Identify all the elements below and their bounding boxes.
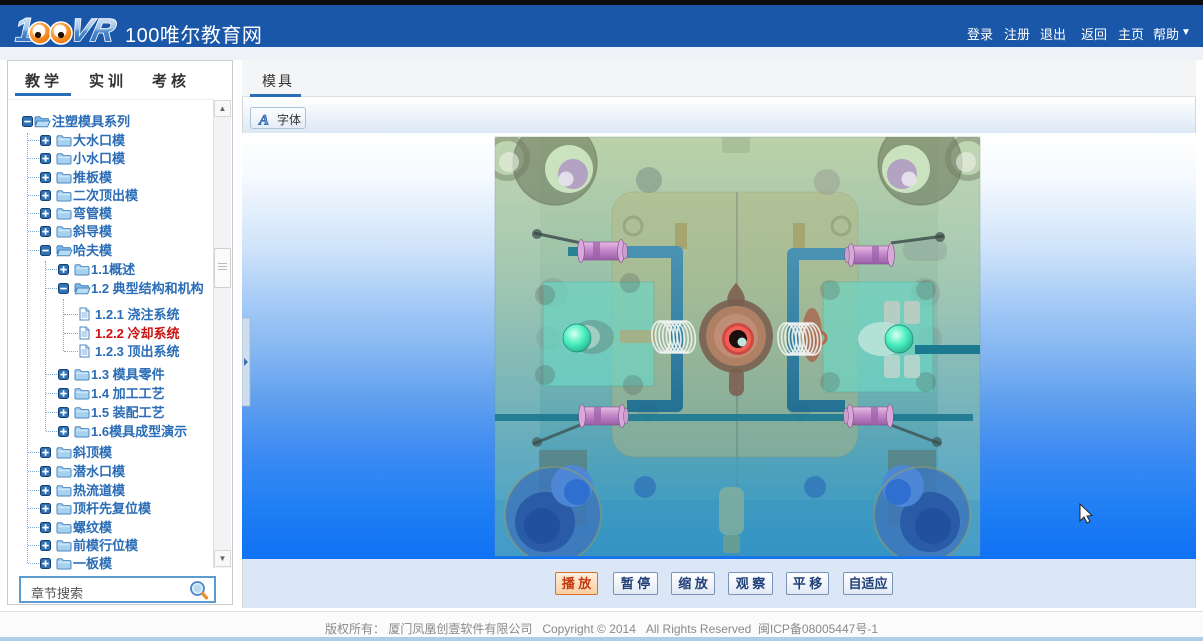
svg-text:A: A <box>258 113 269 128</box>
svg-text:VR: VR <box>67 12 120 48</box>
